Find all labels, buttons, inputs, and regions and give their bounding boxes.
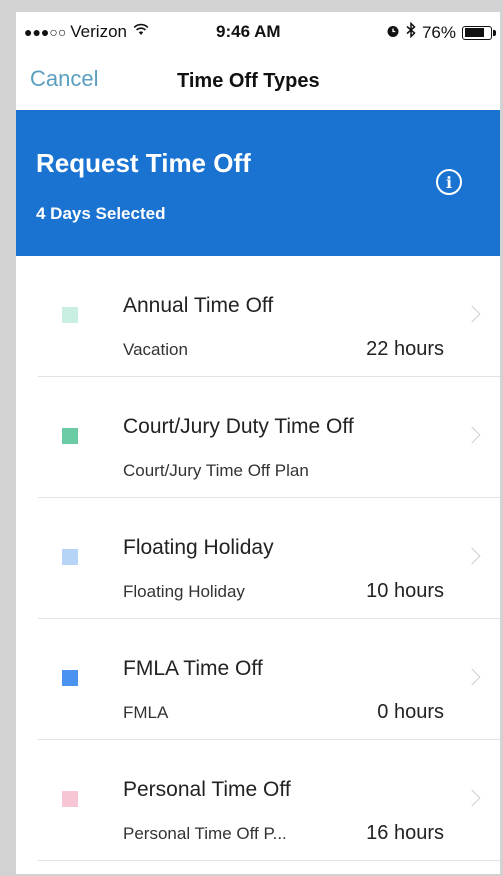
navigation-bar: Cancel Time Off Types [16,52,500,110]
chevron-right-icon [463,547,481,565]
chevron-right-icon [463,668,481,686]
battery-icon [462,25,496,40]
row-hours: 0 hours [377,701,444,723]
signal-strength-icon: ●●●○○ [24,24,67,40]
chevron-right-icon [463,305,481,323]
carrier-label: Verizon [70,22,127,41]
row-subtitle: Floating Holiday [123,582,245,601]
color-swatch [62,670,78,686]
status-left: ●●●○○ Verizon [24,22,149,42]
time-off-row-floating-holiday[interactable]: Floating Holiday Floating Holiday 10 hou… [16,498,500,619]
cancel-button[interactable]: Cancel [30,66,98,92]
days-selected-label: 4 Days Selected [36,204,166,223]
nav-title: Time Off Types [177,70,320,92]
time-off-row-personal[interactable]: Personal Time Off Personal Time Off P...… [16,740,500,861]
row-hours: 10 hours [366,580,444,602]
phone-screen: ●●●○○ Verizon 9:46 AM 76% Cancel Time Of… [16,12,500,874]
header-title: Request Time Off [36,148,251,178]
battery-percent: 76% [421,22,456,42]
status-right: 76% [386,21,496,43]
time-off-row-court-jury[interactable]: Court/Jury Duty Time Off Court/Jury Time… [16,377,500,498]
status-time: 9:46 AM [216,22,281,41]
battery-fill [464,28,484,37]
row-hours: 22 hours [366,338,444,360]
row-subtitle: Court/Jury Time Off Plan [123,461,309,480]
bluetooth-icon [406,21,416,43]
chevron-right-icon [463,789,481,807]
wifi-icon [133,23,149,41]
info-icon[interactable]: i [436,169,462,195]
request-header: Request Time Off 4 Days Selected i [16,110,500,256]
alarm-icon [386,23,400,43]
color-swatch [62,791,78,807]
chevron-right-icon [463,426,481,444]
row-title: FMLA Time Off [123,657,263,680]
status-bar: ●●●○○ Verizon 9:46 AM 76% [16,12,500,52]
row-title: Personal Time Off [123,778,291,801]
time-off-type-list: Annual Time Off Vacation 22 hours Court/… [16,256,500,861]
row-subtitle: FMLA [123,703,169,722]
time-off-row-annual[interactable]: Annual Time Off Vacation 22 hours [16,256,500,377]
time-off-row-fmla[interactable]: FMLA Time Off FMLA 0 hours [16,619,500,740]
row-subtitle: Vacation [123,340,188,359]
row-title: Annual Time Off [123,294,274,317]
color-swatch [62,428,78,444]
row-subtitle: Personal Time Off P... [123,824,287,843]
row-hours: 16 hours [366,822,444,844]
row-title: Floating Holiday [123,536,274,559]
row-title: Court/Jury Duty Time Off [123,415,354,438]
color-swatch [62,549,78,565]
color-swatch [62,307,78,323]
